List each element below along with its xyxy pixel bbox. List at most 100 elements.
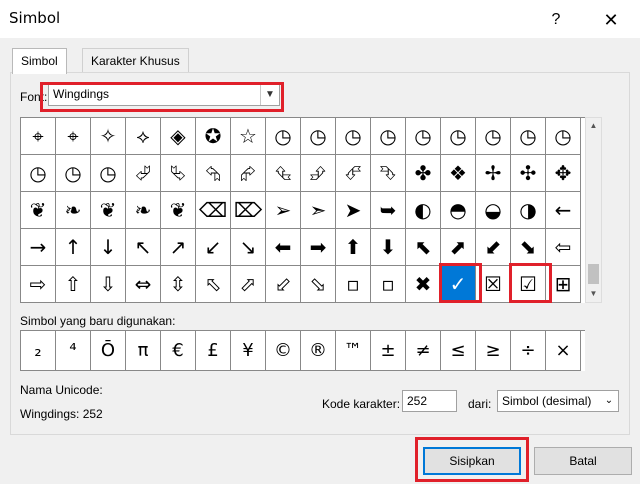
symbol-cell[interactable]: ⟡ — [126, 118, 161, 155]
symbol-grid-scrollbar[interactable]: ▲ ▼ — [585, 117, 602, 303]
symbol-cell[interactable]: ◷ — [441, 118, 476, 155]
recent-symbol-cell[interactable]: ≥ — [476, 331, 511, 371]
symbol-cell[interactable]: ⇳ — [161, 266, 196, 303]
chevron-down-icon[interactable]: ⌄ — [602, 391, 616, 411]
symbol-cell[interactable]: ▫ — [371, 266, 406, 303]
symbol-cell[interactable]: ✪ — [196, 118, 231, 155]
symbol-cell[interactable]: ⮷ — [371, 155, 406, 192]
symbol-cell[interactable]: ⌖ — [56, 118, 91, 155]
symbol-cell[interactable]: ❧ — [126, 192, 161, 229]
symbol-cell[interactable]: ▫ — [336, 266, 371, 303]
symbol-cell[interactable]: ◈ — [161, 118, 196, 155]
symbol-cell[interactable]: ◐ — [406, 192, 441, 229]
symbol-cell[interactable]: ⬁ — [196, 266, 231, 303]
symbol-cell[interactable]: ✢ — [476, 155, 511, 192]
symbol-cell[interactable]: ⮶ — [336, 155, 371, 192]
recent-symbol-cell[interactable]: € — [161, 331, 196, 371]
tab-karakter-khusus[interactable]: Karakter Khusus — [82, 48, 189, 73]
symbol-cell[interactable]: ⮰ — [126, 155, 161, 192]
recent-symbol-cell[interactable]: £ — [196, 331, 231, 371]
symbol-cell[interactable]: ◑ — [511, 192, 546, 229]
symbol-cell[interactable]: ⬀ — [231, 266, 266, 303]
symbol-cell[interactable]: ⬈ — [441, 229, 476, 266]
recent-symbol-cell[interactable]: © — [266, 331, 301, 371]
symbol-cell[interactable]: ➡ — [301, 229, 336, 266]
symbol-cell[interactable]: ◷ — [91, 155, 126, 192]
cancel-button[interactable]: Batal — [534, 447, 632, 475]
symbol-cell[interactable]: ✤ — [406, 155, 441, 192]
symbol-cell[interactable]: ⌫ — [196, 192, 231, 229]
recent-symbol-cell[interactable]: ¥ — [231, 331, 266, 371]
recent-symbol-cell[interactable]: ® — [301, 331, 336, 371]
scroll-thumb[interactable] — [588, 264, 599, 284]
recent-symbol-cell[interactable]: × — [546, 331, 581, 371]
scroll-up-icon[interactable]: ▲ — [586, 118, 601, 134]
symbol-cell[interactable]: ◷ — [301, 118, 336, 155]
symbol-cell[interactable]: ◷ — [371, 118, 406, 155]
symbol-cell[interactable]: ⬊ — [511, 229, 546, 266]
from-select[interactable]: Simbol (desimal) ⌄ — [497, 390, 619, 412]
tab-simbol[interactable]: Simbol — [12, 48, 67, 74]
symbol-cell[interactable]: ⬃ — [266, 266, 301, 303]
symbol-cell[interactable]: ⮴ — [266, 155, 301, 192]
symbol-cell[interactable]: ❧ — [56, 192, 91, 229]
symbol-cell[interactable]: ⇦ — [546, 229, 581, 266]
symbol-cell[interactable]: ⌖ — [21, 118, 56, 155]
symbol-cell[interactable]: ⇨ — [21, 266, 56, 303]
symbol-cell[interactable]: ⬆ — [336, 229, 371, 266]
recent-symbol-cell[interactable]: ± — [371, 331, 406, 371]
symbol-cell[interactable]: ⮲ — [196, 155, 231, 192]
symbol-cell[interactable]: ⇩ — [91, 266, 126, 303]
symbol-cell[interactable]: ❖ — [441, 155, 476, 192]
recent-symbol-cell[interactable]: π — [126, 331, 161, 371]
recent-symbol-cell[interactable]: ≠ — [406, 331, 441, 371]
symbol-cell[interactable]: ← — [546, 192, 581, 229]
recent-symbol-cell[interactable]: ₂ — [21, 331, 56, 371]
symbol-cell[interactable]: ⬅ — [266, 229, 301, 266]
symbol-cell[interactable]: ➢ — [266, 192, 301, 229]
symbol-cell[interactable]: ↘ — [231, 229, 266, 266]
symbol-cell[interactable]: ➣ — [301, 192, 336, 229]
symbol-cell[interactable]: ◷ — [511, 118, 546, 155]
symbol-cell[interactable]: ⇧ — [56, 266, 91, 303]
symbol-cell[interactable]: ✧ — [91, 118, 126, 155]
symbol-cell[interactable]: ➤ — [336, 192, 371, 229]
symbol-cell[interactable]: ◷ — [56, 155, 91, 192]
symbol-cell[interactable]: ⬇ — [371, 229, 406, 266]
symbol-cell[interactable]: ⬋ — [476, 229, 511, 266]
symbol-cell[interactable]: ❦ — [21, 192, 56, 229]
recent-symbol-cell[interactable]: ÷ — [511, 331, 546, 371]
symbol-cell[interactable]: ⬉ — [406, 229, 441, 266]
symbol-cell[interactable]: ↑ — [56, 229, 91, 266]
symbol-cell[interactable]: ◷ — [266, 118, 301, 155]
symbol-cell[interactable]: ◷ — [546, 118, 581, 155]
symbol-cell[interactable]: ◷ — [336, 118, 371, 155]
symbol-cell[interactable]: ❦ — [91, 192, 126, 229]
symbol-cell[interactable]: ↗ — [161, 229, 196, 266]
symbol-cell[interactable]: ◷ — [21, 155, 56, 192]
symbol-cell[interactable]: ↓ — [91, 229, 126, 266]
recent-symbol-cell[interactable]: ™ — [336, 331, 371, 371]
symbol-cell[interactable]: ⮵ — [301, 155, 336, 192]
symbol-cell[interactable]: ✣ — [511, 155, 546, 192]
symbol-cell[interactable]: ◷ — [406, 118, 441, 155]
symbol-cell[interactable]: ✥ — [546, 155, 581, 192]
symbol-cell[interactable]: → — [21, 229, 56, 266]
symbol-cell[interactable]: ⮳ — [231, 155, 266, 192]
symbol-cell[interactable]: ✖ — [406, 266, 441, 303]
symbol-cell[interactable]: ◒ — [476, 192, 511, 229]
symbol-cell[interactable]: ❦ — [161, 192, 196, 229]
close-button[interactable]: ✕ — [598, 8, 624, 32]
symbol-cell[interactable]: ◓ — [441, 192, 476, 229]
char-code-input[interactable]: 252 — [402, 390, 457, 412]
symbol-cell[interactable]: ⌦ — [231, 192, 266, 229]
scroll-down-icon[interactable]: ▼ — [586, 286, 601, 302]
symbol-cell[interactable]: ☆ — [231, 118, 266, 155]
symbol-cell[interactable]: ↖ — [126, 229, 161, 266]
recent-symbol-cell[interactable]: Ō — [91, 331, 126, 371]
symbol-cell[interactable]: ⮱ — [161, 155, 196, 192]
symbol-cell[interactable]: ⇔ — [126, 266, 161, 303]
symbol-cell[interactable]: ⬂ — [301, 266, 336, 303]
recent-symbol-cell[interactable]: ≤ — [441, 331, 476, 371]
help-button[interactable]: ? — [544, 8, 568, 32]
